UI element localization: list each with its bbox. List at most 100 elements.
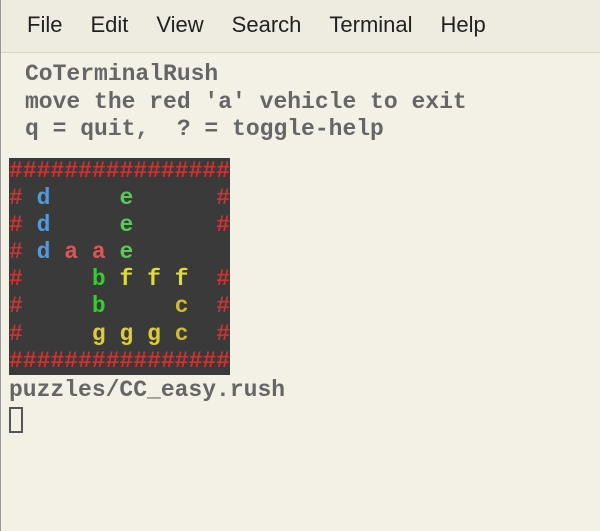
game-board: ################# d e ## d e ## d a a e …: [9, 158, 230, 375]
cell-empty: [50, 212, 64, 238]
cell-empty: [106, 212, 120, 238]
cell-empty: [175, 239, 189, 265]
menu-edit[interactable]: Edit: [76, 8, 142, 42]
cell-wall: #: [78, 158, 92, 184]
cell-empty: [202, 321, 216, 347]
cell-empty: [23, 212, 37, 238]
cell-wall: #: [175, 158, 189, 184]
cell-wall: #: [9, 266, 23, 292]
board-row: # d a a e: [9, 239, 230, 266]
cell-empty: [202, 185, 216, 211]
board-row: # g g g c #: [9, 321, 230, 348]
cell-f: f: [147, 266, 161, 292]
cell-empty: [78, 185, 92, 211]
board-row: ################: [9, 348, 230, 375]
cell-wall: #: [9, 185, 23, 211]
cell-empty: [37, 266, 51, 292]
cell-e: e: [120, 185, 134, 211]
cell-empty: [189, 266, 203, 292]
cell-wall: #: [9, 321, 23, 347]
cell-empty: [161, 293, 175, 319]
cell-wall: #: [161, 348, 175, 374]
cell-wall: #: [9, 158, 23, 184]
cell-wall: #: [216, 321, 230, 347]
cell-empty: [23, 321, 37, 347]
cell-empty: [147, 293, 161, 319]
cell-empty: [78, 239, 92, 265]
menu-help[interactable]: Help: [427, 8, 500, 42]
cell-empty: [106, 185, 120, 211]
cell-empty: [216, 239, 230, 265]
cell-wall: #: [161, 158, 175, 184]
cell-f: f: [120, 266, 134, 292]
cell-wall: #: [37, 158, 51, 184]
menu-file[interactable]: File: [13, 8, 76, 42]
cell-wall: #: [23, 348, 37, 374]
cell-wall: #: [120, 348, 134, 374]
cell-wall: #: [64, 348, 78, 374]
cell-wall: #: [147, 348, 161, 374]
menu-terminal[interactable]: Terminal: [315, 8, 426, 42]
cell-empty: [147, 239, 161, 265]
cell-wall: #: [106, 348, 120, 374]
cell-empty: [161, 266, 175, 292]
cell-wall: #: [133, 158, 147, 184]
cell-wall: #: [189, 158, 203, 184]
cell-wall: #: [133, 348, 147, 374]
cell-empty: [133, 212, 147, 238]
cell-empty: [202, 239, 216, 265]
cell-wall: #: [64, 158, 78, 184]
menu-search[interactable]: Search: [218, 8, 316, 42]
cell-empty: [120, 293, 134, 319]
cell-d: d: [37, 239, 51, 265]
cell-empty: [133, 293, 147, 319]
cell-wall: #: [216, 266, 230, 292]
cell-empty: [50, 266, 64, 292]
cell-empty: [23, 266, 37, 292]
cell-g: g: [92, 321, 106, 347]
cell-d: d: [37, 212, 51, 238]
cell-empty: [106, 266, 120, 292]
terminal-area[interactable]: CoTerminalRush move the red 'a' vehicle …: [1, 53, 600, 441]
board-row: # d e #: [9, 185, 230, 212]
cell-b: b: [92, 293, 106, 319]
cell-d: d: [37, 185, 51, 211]
instruction-text: move the red 'a' vehicle to exit: [25, 89, 600, 117]
menu-view[interactable]: View: [142, 8, 217, 42]
cell-empty: [37, 293, 51, 319]
cell-wall: #: [216, 293, 230, 319]
cell-wall: #: [120, 158, 134, 184]
cell-empty: [189, 212, 203, 238]
cell-empty: [161, 212, 175, 238]
cell-empty: [23, 293, 37, 319]
cell-g: g: [120, 321, 134, 347]
cell-empty: [175, 212, 189, 238]
board-row: # d e #: [9, 212, 230, 239]
cell-empty: [106, 239, 120, 265]
cell-empty: [133, 185, 147, 211]
cell-empty: [133, 239, 147, 265]
cell-empty: [147, 212, 161, 238]
cell-empty: [175, 185, 189, 211]
cell-empty: [147, 185, 161, 211]
cell-empty: [64, 212, 78, 238]
cell-wall: #: [216, 212, 230, 238]
cell-empty: [189, 239, 203, 265]
app-title: CoTerminalRush: [25, 61, 600, 89]
cell-empty: [64, 321, 78, 347]
cell-empty: [202, 266, 216, 292]
cell-wall: #: [216, 348, 230, 374]
cell-empty: [106, 293, 120, 319]
cell-empty: [189, 185, 203, 211]
cell-wall: #: [92, 158, 106, 184]
cell-wall: #: [202, 348, 216, 374]
cell-empty: [161, 239, 175, 265]
cell-wall: #: [216, 158, 230, 184]
cell-wall: #: [189, 348, 203, 374]
cell-empty: [133, 321, 147, 347]
cell-f: f: [175, 266, 189, 292]
board-row: # b f f f #: [9, 266, 230, 293]
cell-empty: [50, 293, 64, 319]
cell-c: c: [175, 321, 189, 347]
cell-wall: #: [216, 185, 230, 211]
